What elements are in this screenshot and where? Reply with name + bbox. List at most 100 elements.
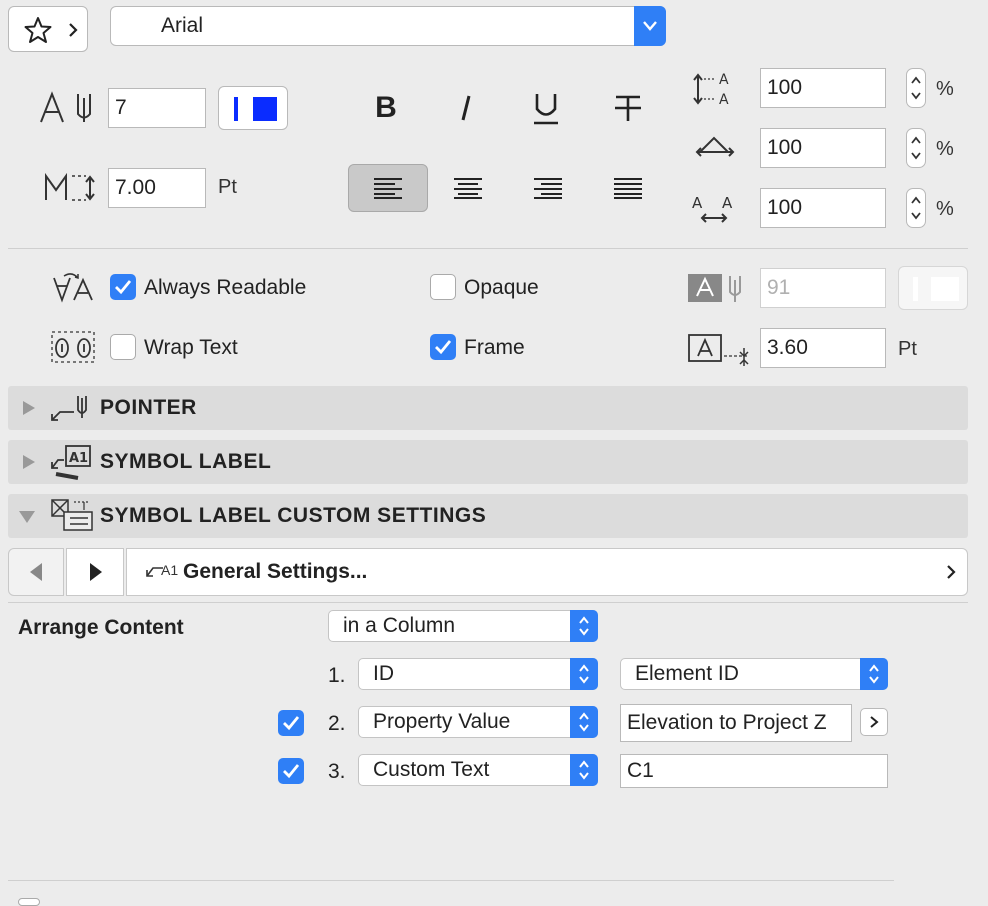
divider [8,602,968,603]
general-settings-label: General Settings... [183,560,368,583]
font-name: Arial [161,14,204,37]
content-value: Element ID [635,662,739,685]
section-symbol-label-title: SYMBOL LABEL [100,450,272,473]
divider [8,880,894,881]
char-spacing-field[interactable]: 100 [760,188,886,228]
arrange-mode-value: in a Column [343,614,456,637]
svg-text:A1: A1 [69,451,88,466]
section-custom-settings-title: SYMBOL LABEL CUSTOM SETTINGS [100,504,487,527]
frame-offset-field[interactable]: 3.60 [760,328,886,368]
stepper-arrows-icon [911,196,921,220]
pen-color-bar [234,97,238,121]
section-pointer-title: POINTER [100,396,197,419]
element-id-select[interactable]: Element ID [620,658,888,690]
triangle-left-icon [30,563,42,581]
background-color-button[interactable] [898,266,968,310]
frame-offset-icon [688,334,749,366]
property-more-button[interactable] [860,708,888,736]
section-pointer[interactable]: POINTER [8,386,968,430]
general-settings-button[interactable]: A1 General Settings... [126,548,968,596]
row-number: 2. [328,712,346,735]
property-value-field[interactable]: Elevation to Project Z [620,704,852,742]
row-3-checkbox[interactable] [278,758,304,784]
updown-arrows-icon [570,658,598,690]
stepper-arrows-icon [911,136,921,160]
symbol-label-icon: A1 [51,445,91,480]
updown-arrows-icon [860,658,888,690]
always-readable-icon [53,273,93,303]
star-icon [24,17,52,43]
italic-icon [461,95,471,121]
previous-button[interactable] [8,548,64,596]
label-icon-text: A1 [161,562,179,578]
text-height-pen-icon [40,91,91,123]
width-factor-field[interactable]: 100 [760,128,886,168]
updown-arrows-icon [570,754,598,786]
row-number: 3. [328,760,346,783]
width-factor-stepper[interactable] [906,128,926,168]
char-spacing-unit: % [936,198,954,220]
opaque-checkbox[interactable] [430,274,456,300]
content-type-select-3[interactable]: Custom Text [358,754,598,786]
content-type-select-1[interactable]: ID [358,658,598,690]
font-select[interactable]: Arial [110,6,666,46]
custom-text-field[interactable]: C1 [620,754,888,788]
row-number: 1. [328,664,346,687]
align-right-icon [534,178,562,199]
content-type-value: ID [373,662,394,685]
arrange-content-label: Arrange Content [18,616,184,639]
updown-arrows-icon [570,706,598,738]
italic-button[interactable] [438,86,494,130]
pen-color-button[interactable] [218,86,288,130]
updown-arrows-icon [570,610,598,642]
font-select-arrow[interactable] [634,6,666,46]
underline-button[interactable] [518,86,574,130]
content-type-value: Property Value [373,710,511,733]
char-spacing-icon: A A [692,194,733,223]
disclosure-expanded-icon [19,511,35,523]
favorites-button[interactable] [8,6,88,52]
content-type-select-2[interactable]: Property Value [358,706,598,738]
line-height-scale-stepper[interactable] [906,68,926,108]
svg-text:A: A [719,72,729,88]
stepper-arrows-icon [911,76,921,100]
spacing-field[interactable]: 7.00 [108,168,206,208]
line-height-scale-unit: % [936,78,954,100]
checkmark-icon [435,340,452,355]
text-height-field[interactable]: 7 [108,88,206,128]
wrap-text-checkbox[interactable] [110,334,136,360]
row-2-checkbox[interactable] [278,710,304,736]
section-custom-settings[interactable]: SYMBOL LABEL CUSTOM SETTINGS [8,494,968,538]
width-factor-unit: % [936,138,954,160]
always-readable-checkbox[interactable] [110,274,136,300]
background-pen-field[interactable]: 91 [760,268,886,308]
background-color-swatch [931,277,959,301]
section-symbol-label[interactable]: A1 SYMBOL LABEL [8,440,968,484]
next-button[interactable] [66,548,124,596]
pointer-icon [51,396,87,421]
strikethrough-icon [615,95,641,121]
arrange-mode-select[interactable]: in a Column [328,610,598,642]
line-height-scale-field[interactable]: 100 [760,68,886,108]
justify-button[interactable] [600,166,656,210]
align-center-button[interactable] [440,166,496,210]
align-right-button[interactable] [520,166,576,210]
chevron-down-icon [643,21,657,31]
checkmark-icon [283,764,300,779]
spacing-unit: Pt [218,176,237,198]
pen-color-swatch [253,97,277,121]
chevron-right-icon [870,716,879,728]
strikethrough-button[interactable] [600,86,656,130]
frame-offset-unit: Pt [898,338,917,360]
triangle-right-icon [90,563,102,581]
wrap-text-icon [51,331,95,363]
svg-text:A: A [719,92,729,108]
partial-checkbox[interactable] [18,898,40,906]
align-left-button[interactable] [348,164,428,212]
disclosure-collapsed-icon [23,455,35,469]
char-spacing-stepper[interactable] [906,188,926,228]
bold-button[interactable]: B [358,86,414,130]
width-factor-icon [695,136,735,157]
frame-checkbox[interactable] [430,334,456,360]
checkmark-icon [283,716,300,731]
